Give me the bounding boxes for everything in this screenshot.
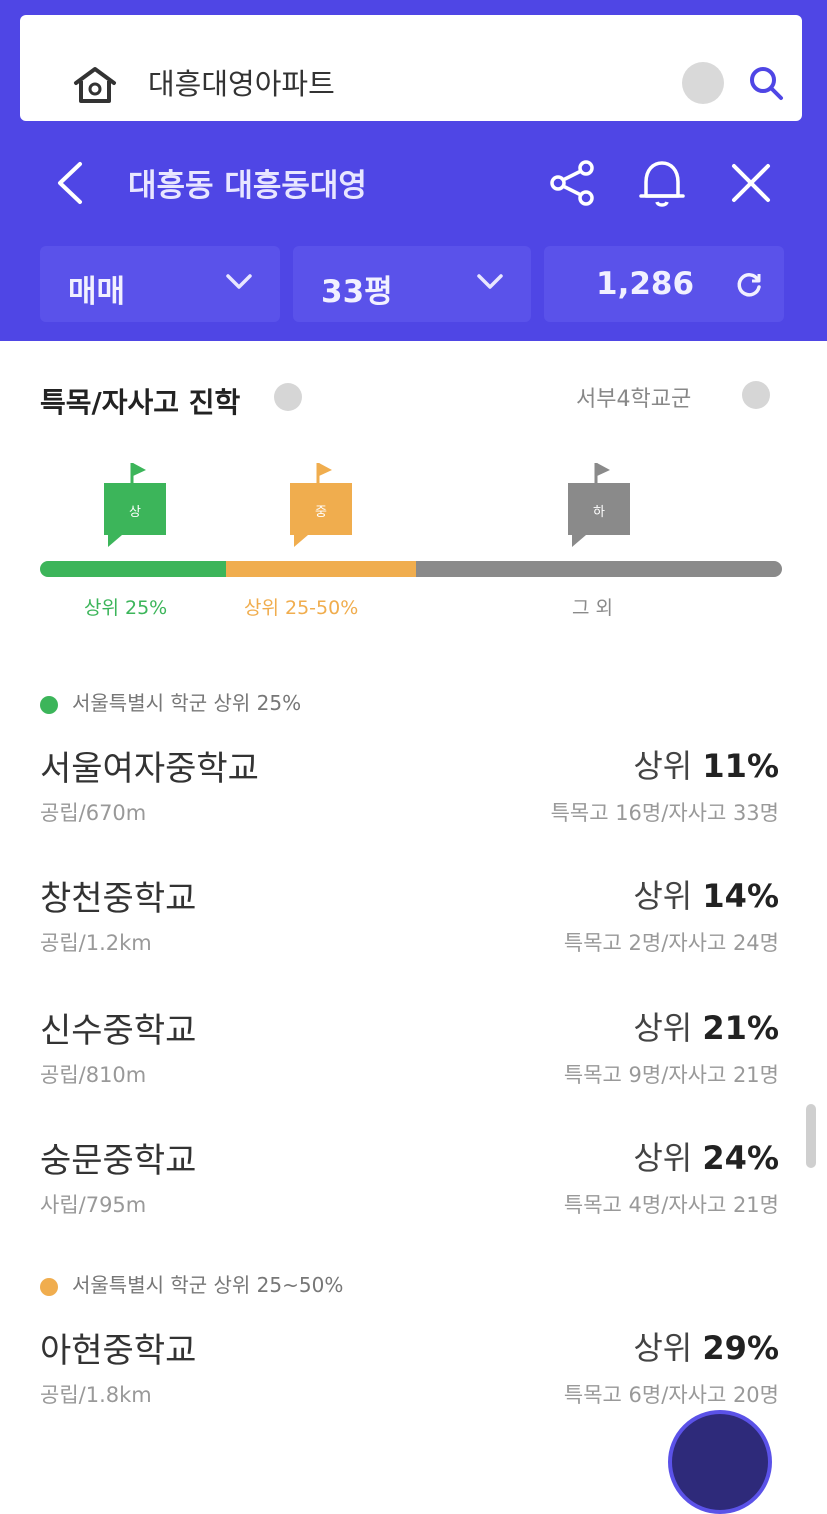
close-icon[interactable] [728, 160, 774, 206]
size-label: 33평 [321, 274, 393, 310]
deal-type-label: 매매 [68, 274, 126, 310]
school-meta: 사립/795m [40, 1193, 147, 1217]
nav-bar: 대흥동 대흥동대영 [0, 148, 827, 218]
rank-value: 11% [702, 747, 779, 785]
size-dropdown[interactable]: 33평 [293, 246, 531, 322]
school-meta: 공립/670m [40, 801, 147, 825]
progress-label-top: 상위 25% [84, 597, 168, 619]
school-rank: 상위 21% [633, 1003, 779, 1049]
school-row[interactable]: 신수중학교 공립/810m 상위 21% 특목고 9명/자사고 21명 [0, 1003, 827, 1113]
school-stat: 특목고 9명/자사고 21명 [563, 1063, 779, 1087]
school-rank: 상위 29% [633, 1323, 779, 1369]
school-name: 숭문중학교 [40, 1141, 197, 1181]
floating-action-button[interactable] [668, 1410, 772, 1514]
school-stat: 특목고 16명/자사고 33명 [550, 801, 779, 825]
progress-segment-rest [416, 561, 782, 577]
orange-dot-icon [40, 1277, 58, 1296]
school-row[interactable]: 창천중학교 공립/1.2km 상위 14% 특목고 2명/자사고 24명 [0, 871, 827, 981]
progress-segment-top [40, 561, 226, 577]
progress-segment-mid [226, 561, 416, 577]
school-rank: 상위 24% [633, 1133, 779, 1179]
flag-rest-label: 하 [593, 505, 605, 520]
share-icon[interactable] [548, 158, 596, 208]
school-rank: 상위 14% [633, 871, 779, 917]
chevron-down-icon [477, 274, 503, 289]
section-title: 특목/자사고 진학 [40, 386, 241, 419]
green-dot-icon [40, 695, 58, 714]
school-row[interactable]: 서울여자중학교 공립/670m 상위 11% 특목고 16명/자사고 33명 [0, 741, 827, 851]
search-input[interactable]: 대흥대영아파트 [148, 61, 335, 103]
school-name: 아현중학교 [40, 1331, 197, 1371]
rank-prefix: 상위 [633, 747, 703, 785]
rank-prefix: 상위 [633, 1329, 703, 1367]
school-district-label: 서부4학교군 [576, 387, 692, 412]
school-row[interactable]: 숭문중학교 사립/795m 상위 24% 특목고 4명/자사고 21명 [0, 1133, 827, 1243]
school-meta: 공립/810m [40, 1063, 147, 1087]
search-bar[interactable]: 대흥대영아파트 [20, 15, 802, 121]
search-icon[interactable] [744, 61, 788, 105]
help-icon[interactable] [274, 383, 302, 411]
group-legend-mid: 서울특별시 학군 상위 25~50% [40, 1269, 343, 1298]
clear-search-icon[interactable] [682, 62, 724, 104]
rank-value: 14% [702, 877, 779, 915]
flag-mid-label: 중 [315, 505, 327, 520]
school-name: 서울여자중학교 [40, 749, 259, 789]
school-name: 창천중학교 [40, 879, 197, 919]
school-stat: 특목고 2명/자사고 24명 [563, 931, 779, 955]
rank-prefix: 상위 [633, 1139, 703, 1177]
school-stat: 특목고 6명/자사고 20명 [563, 1383, 779, 1407]
back-icon[interactable] [52, 160, 88, 206]
school-name: 신수중학교 [40, 1011, 197, 1051]
progress-label-mid: 상위 25-50% [244, 597, 359, 619]
count-label: 1,286 [596, 266, 695, 302]
flag-rest-icon: 하 [568, 463, 630, 547]
filter-row: 매매 33평 1,286 [0, 246, 827, 322]
progress-label-rest: 그 외 [572, 597, 613, 619]
bell-icon[interactable] [636, 156, 688, 210]
deal-type-dropdown[interactable]: 매매 [40, 246, 280, 322]
rank-value: 21% [702, 1009, 779, 1047]
rank-prefix: 상위 [633, 877, 703, 915]
group-legend-label: 서울특별시 학군 상위 25% [72, 691, 302, 715]
page-title: 대흥동 대흥동대영 [128, 168, 367, 204]
group-legend-label: 서울특별시 학군 상위 25~50% [72, 1273, 344, 1297]
school-rank: 상위 11% [633, 741, 779, 787]
flag-top-icon: 상 [104, 463, 166, 547]
help-icon[interactable] [742, 381, 770, 409]
school-meta: 공립/1.2km [40, 931, 152, 955]
app-header: 대흥대영아파트 대흥동 대흥동대영 매매 33평 1,286 [0, 0, 827, 341]
rank-value: 24% [702, 1139, 779, 1177]
flag-mid-icon: 중 [290, 463, 352, 547]
flag-top-label: 상 [129, 505, 141, 520]
scrollbar[interactable] [806, 1104, 816, 1168]
chevron-down-icon [226, 274, 252, 289]
school-meta: 공립/1.8km [40, 1383, 152, 1407]
school-section: 특목/자사고 진학 서부4학교군 상 중 하 상위 25% 상위 25-50% … [0, 341, 827, 1436]
count-button[interactable]: 1,286 [544, 246, 784, 322]
rank-value: 29% [702, 1329, 779, 1367]
refresh-icon [737, 273, 761, 297]
school-stat: 특목고 4명/자사고 21명 [563, 1193, 779, 1217]
home-icon [74, 67, 116, 103]
group-legend-top: 서울특별시 학군 상위 25% [40, 687, 301, 716]
rank-prefix: 상위 [633, 1009, 703, 1047]
